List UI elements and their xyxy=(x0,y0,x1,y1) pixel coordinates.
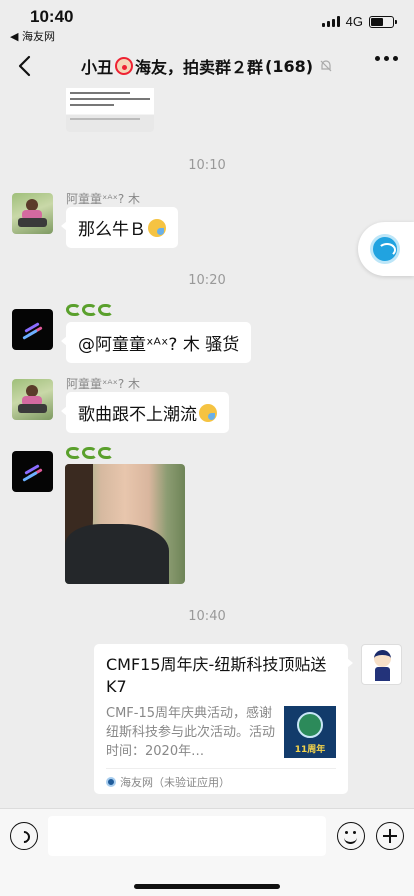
more-actions-plus-icon[interactable] xyxy=(376,822,404,850)
timestamp: 10:20 xyxy=(188,273,226,288)
sender-name-dragon-emojis xyxy=(66,304,113,316)
back-to-app-link[interactable]: ◀ 海友网 xyxy=(10,28,55,44)
dragon-emoji-icon xyxy=(82,447,97,459)
link-card-footer: 海友网（未验证应用） xyxy=(106,768,336,794)
voice-input-icon[interactable] xyxy=(10,822,38,850)
title-suffix: 海友，拍卖群２群 xyxy=(134,58,263,77)
input-bar xyxy=(0,808,414,896)
nav-bar: 小丑 海友，拍卖群２群 (168) xyxy=(0,44,414,88)
message-bubble[interactable]: @阿童童ˣᴬˣ? 木 骚货 xyxy=(60,322,252,363)
chat-area[interactable]: 10:10 阿童童ˣᴬˣ? 木 那么牛Ｂ 10:20 @阿童童ˣᴬˣ? 木 骚货… xyxy=(0,88,414,808)
dragon-emoji-icon xyxy=(66,447,81,459)
message-bubble[interactable]: 那么牛Ｂ xyxy=(61,207,178,248)
sender-name: 阿童童ˣᴬˣ? 木 xyxy=(66,377,141,391)
dragon-emoji-icon xyxy=(98,447,113,459)
message-input[interactable] xyxy=(48,816,326,856)
more-options-icon[interactable] xyxy=(375,56,398,61)
timestamp: 10:10 xyxy=(188,158,226,173)
dragon-emoji-icon xyxy=(98,304,113,316)
message-text: 歌曲跟不上潮流 xyxy=(78,405,197,425)
home-indicator[interactable] xyxy=(134,884,280,889)
mute-bell-icon xyxy=(320,60,332,72)
status-indicators: 4G xyxy=(321,14,397,29)
dragon-emoji-icon xyxy=(66,304,81,316)
emoji-picker-icon[interactable] xyxy=(337,822,365,850)
title-prefix: 小丑 xyxy=(80,58,113,77)
link-card-thumbnail: 11周年 xyxy=(284,706,336,758)
dragon-emoji-icon xyxy=(82,304,97,316)
clown-emoji-icon xyxy=(114,57,133,75)
message-text: @阿童童ˣᴬˣ? 木 骚货 xyxy=(78,335,240,355)
timestamp: 10:40 xyxy=(188,609,226,624)
link-card-source: 海友网（未验证应用） xyxy=(120,775,230,789)
avatar[interactable] xyxy=(12,193,53,234)
status-bar: 10:40 ◀ 海友网 4G xyxy=(0,0,414,44)
status-time: 10:40 xyxy=(30,7,74,26)
avatar[interactable] xyxy=(12,309,53,350)
thumbnail-label: 11周年 xyxy=(294,745,326,755)
sender-name: 阿童童ˣᴬˣ? 木 xyxy=(66,192,141,206)
sweat-face-emoji-icon xyxy=(199,403,217,422)
message-text: 那么牛Ｂ xyxy=(78,220,146,240)
avatar[interactable] xyxy=(12,379,53,420)
back-arrow-icon[interactable] xyxy=(14,54,36,78)
floating-assistant-button[interactable] xyxy=(358,222,414,276)
battery-icon xyxy=(369,15,397,28)
app-source-icon xyxy=(106,776,116,787)
avatar[interactable] xyxy=(12,451,53,492)
link-card-description: CMF-15周年庆典活动，感谢纽斯科技参与此次活动。活动时间：2020年… xyxy=(106,706,276,759)
my-avatar[interactable] xyxy=(361,644,402,685)
refresh-circle-icon xyxy=(370,234,400,264)
link-card-message[interactable]: CMF15周年庆-纽斯科技顶贴送K7 CMF-15周年庆典活动，感谢纽斯科技参与… xyxy=(94,644,353,794)
signal-icon xyxy=(321,16,340,27)
member-count: (168) xyxy=(265,56,314,76)
link-card-title: CMF15周年庆-纽斯科技顶贴送K7 xyxy=(106,655,327,696)
sweat-face-emoji-icon xyxy=(148,218,166,237)
partial-image-message[interactable] xyxy=(66,88,154,132)
network-type: 4G xyxy=(345,14,363,29)
message-bubble[interactable]: 歌曲跟不上潮流 xyxy=(61,392,229,433)
sender-name-dragon-emojis xyxy=(66,447,113,459)
photo-message[interactable] xyxy=(65,464,185,584)
chat-title: 小丑 海友，拍卖群２群 (168) xyxy=(81,54,333,78)
